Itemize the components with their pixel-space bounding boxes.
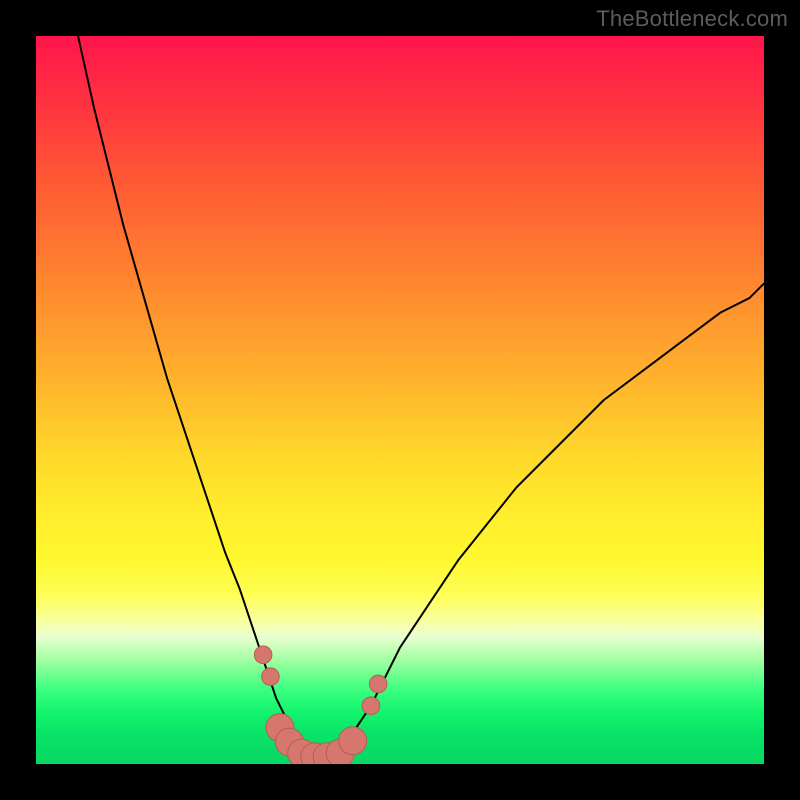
watermark-text: TheBottleneck.com (596, 6, 788, 32)
data-marker (362, 697, 380, 715)
data-marker (254, 646, 272, 664)
data-marker (339, 727, 367, 755)
data-marker (262, 668, 280, 686)
chart-frame: TheBottleneck.com (0, 0, 800, 800)
data-marker (369, 675, 387, 693)
curve-line (51, 36, 764, 757)
plot-area (36, 36, 764, 764)
plot-svg (36, 36, 764, 764)
